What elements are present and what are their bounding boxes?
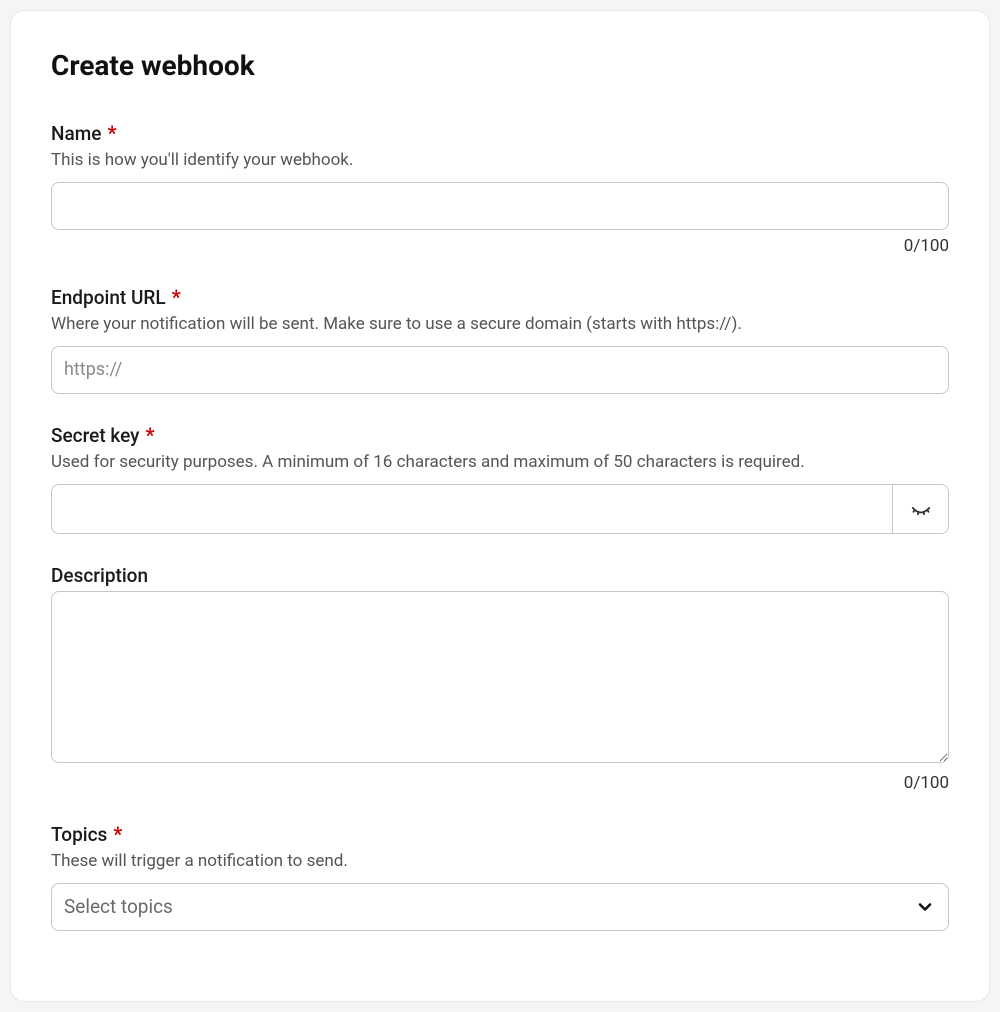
topics-field-group: Topics * These will trigger a notificati… [51, 823, 949, 931]
required-asterisk-icon: * [107, 123, 116, 143]
endpoint-input[interactable] [51, 346, 949, 394]
description-char-counter: 0/100 [51, 773, 949, 793]
endpoint-help: Where your notification will be sent. Ma… [51, 313, 949, 336]
required-asterisk-icon: * [172, 287, 181, 307]
name-label: Name [51, 122, 101, 145]
secret-help: Used for security purposes. A minimum of… [51, 451, 949, 474]
secret-field-group: Secret key * Used for security purposes.… [51, 424, 949, 534]
required-asterisk-icon: * [145, 425, 154, 445]
endpoint-field-group: Endpoint URL * Where your notification w… [51, 286, 949, 394]
toggle-visibility-button[interactable] [892, 485, 948, 533]
name-char-counter: 0/100 [51, 236, 949, 256]
page-title: Create webhook [51, 49, 949, 82]
secret-input[interactable] [52, 485, 892, 533]
description-field-group: Description 0/100 [51, 564, 949, 793]
endpoint-label: Endpoint URL [51, 286, 166, 309]
description-label: Description [51, 564, 148, 587]
topics-select[interactable]: Select topics [51, 883, 949, 931]
required-asterisk-icon: * [113, 824, 122, 844]
create-webhook-card: Create webhook Name * This is how you'll… [10, 10, 990, 1002]
topics-label: Topics [51, 823, 107, 846]
eye-closed-icon [910, 496, 932, 521]
name-field-group: Name * This is how you'll identify your … [51, 122, 949, 256]
description-textarea[interactable] [51, 591, 949, 763]
secret-label: Secret key [51, 424, 139, 447]
topics-select-wrapper: Select topics [51, 883, 949, 931]
name-help: This is how you'll identify your webhook… [51, 149, 949, 172]
secret-input-wrapper [51, 484, 949, 534]
topics-help: These will trigger a notification to sen… [51, 850, 949, 873]
name-input[interactable] [51, 182, 949, 230]
